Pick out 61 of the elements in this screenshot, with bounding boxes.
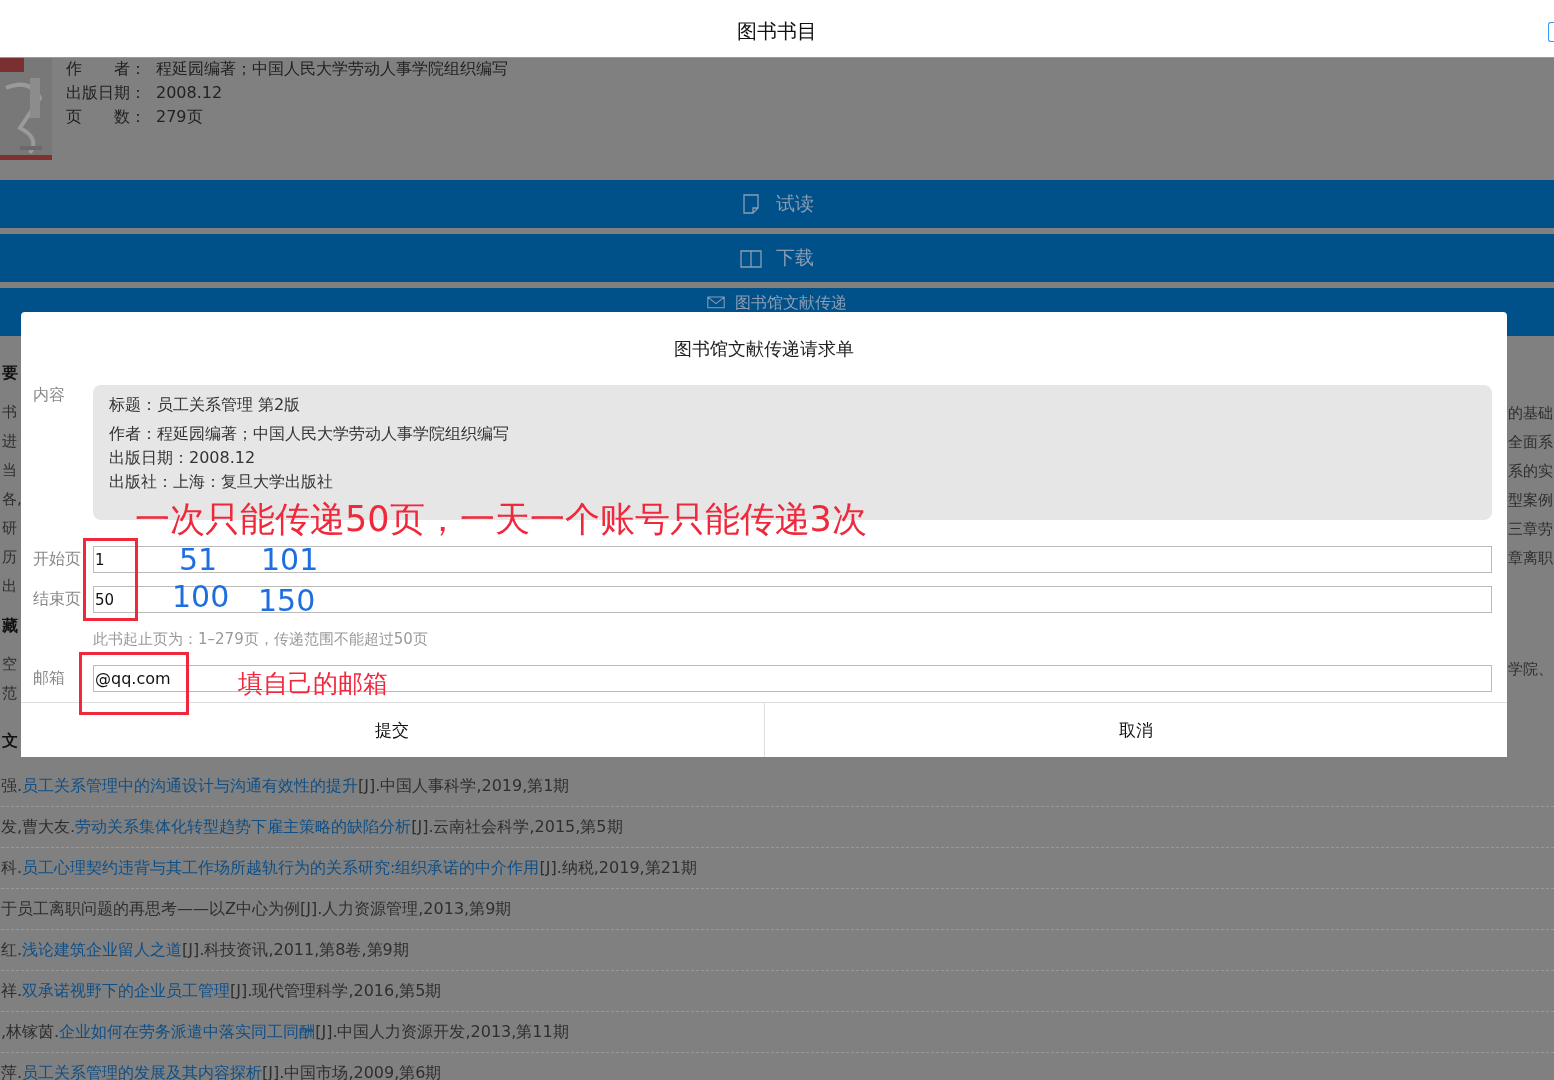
reference-link[interactable]: 浅论建筑企业留人之道 bbox=[22, 939, 183, 959]
reference-text: 科.员工心理契约违背与其工作场所越轨行为的关系研究:组织承诺的中介作用[J].纳税,2019,第21期 bbox=[1, 857, 698, 879]
book-icon bbox=[740, 247, 762, 269]
page-icon bbox=[740, 193, 762, 215]
reference-link[interactable]: 员工心理契约违背与其工作场所越轨行为的关系研究:组织承诺的中介作用 bbox=[22, 857, 540, 877]
field-label: 作 者： bbox=[66, 58, 147, 80]
field-value: 2008.12 bbox=[156, 82, 223, 104]
reference-text: 萍.员工关系管理的发展及其内容探析[J].中国市场,2009,第6期 bbox=[1, 1062, 442, 1080]
annotation-number: 150 bbox=[258, 586, 316, 616]
page-title: 图书书目 bbox=[737, 19, 817, 43]
body-text: 进 bbox=[2, 430, 17, 452]
annotation-number: 101 bbox=[261, 545, 319, 575]
reference-link[interactable]: 劳动关系集体化转型趋势下雇主策略的缺陷分析 bbox=[75, 816, 412, 836]
body-text: 学院、 bbox=[1508, 659, 1553, 680]
body-text: 的基础 bbox=[1508, 403, 1553, 424]
reference-text: 祥.双承诺视野下的企业员工管理[J].现代管理科学,2016,第5期 bbox=[1, 980, 442, 1002]
field-value: 程延园编著；中国人民大学劳动人事学院组织编写 bbox=[156, 58, 508, 80]
reference-link[interactable]: 员工关系管理中的沟通设计与沟通有效性的提升 bbox=[22, 775, 359, 795]
body-text: 空 bbox=[2, 654, 17, 676]
content-line: 标题：员工关系管理 第2版 bbox=[109, 394, 302, 416]
field-value: 279页 bbox=[156, 106, 203, 128]
dialog-title: 图书馆文献传递请求单 bbox=[674, 336, 854, 361]
reference-text: 强.员工关系管理中的沟通设计与沟通有效性的提升[J].中国人事科学,2019,第1期 bbox=[1, 775, 570, 797]
content-line: 出版日期：2008.12 bbox=[109, 447, 257, 469]
reference-link[interactable]: 企业如何在劳务派遣中落实同工同酬 bbox=[59, 1021, 316, 1041]
field-label: 邮箱 bbox=[33, 668, 66, 689]
field-label: 开始页 bbox=[33, 549, 82, 570]
annotation-text: 一次只能传递50页，一天一个账号只能传递3次 bbox=[135, 502, 867, 537]
body-text: 书 bbox=[2, 401, 17, 423]
cancel-button[interactable]: 取消 bbox=[763, 703, 1507, 757]
section-heading: 要 bbox=[2, 362, 18, 384]
reference-text: ,林镓茵.企业如何在劳务派遣中落实同工同酬[J].中国人力资源开发,2013,第11期 bbox=[1, 1021, 569, 1043]
body-text: 三章劳 bbox=[1508, 519, 1553, 540]
reference-text: 于员工离职问题的再思考——以Z中心为例[J].人力资源管理,2013,第9期 bbox=[1, 898, 512, 920]
annotation-number: 51 bbox=[179, 545, 218, 575]
body-text: 系的实 bbox=[1508, 461, 1553, 482]
envelope-icon bbox=[707, 293, 725, 311]
hint-text: 此书起止页为：1–279页，传递范围不能超过50页 bbox=[93, 630, 428, 648]
reference-link[interactable]: 员工关系管理的发展及其内容探析 bbox=[22, 1062, 263, 1080]
reference-link[interactable]: 双承诺视野下的企业员工管理 bbox=[22, 980, 231, 1000]
body-text: 章离职 bbox=[1508, 548, 1553, 569]
body-text: 出 bbox=[2, 575, 17, 597]
field-label: 页 数： bbox=[66, 106, 147, 128]
field-label: 出版日期： bbox=[66, 82, 147, 104]
body-text: 全面系 bbox=[1508, 432, 1553, 453]
reference-text: 红.浅论建筑企业留人之道[J].科技资讯,2011,第8卷,第9期 bbox=[1, 939, 409, 961]
body-text: 研 bbox=[2, 517, 17, 539]
body-text: 当 bbox=[2, 459, 17, 481]
body-text: 型案例 bbox=[1508, 490, 1553, 511]
section-heading: 文 bbox=[2, 730, 18, 753]
reference-text: 发,曹大友.劳动关系集体化转型趋势下雇主策略的缺陷分析[J].云南社会科学,2015,第5期 bbox=[1, 816, 623, 838]
body-text: 各, bbox=[2, 488, 22, 510]
body-text: 范 bbox=[2, 683, 17, 705]
download-button[interactable]: 下载 bbox=[0, 234, 1554, 282]
content-line: 作者：程延园编著；中国人民大学劳动人事学院组织编写 bbox=[109, 423, 510, 445]
field-label: 内容 bbox=[33, 385, 66, 406]
body-text: 历 bbox=[2, 546, 17, 568]
content-line: 出版社：上海：复旦大学出版社 bbox=[109, 471, 334, 493]
read-button[interactable]: 试读 bbox=[0, 180, 1554, 228]
field-label: 结束页 bbox=[33, 589, 82, 610]
section-heading: 藏 bbox=[2, 614, 18, 637]
